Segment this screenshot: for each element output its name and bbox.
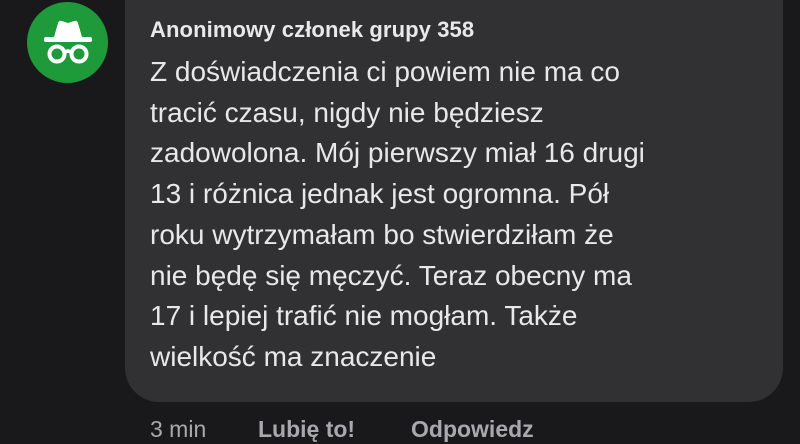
- comment-view: Anonimowy członek grupy 358 Z doświadcze…: [0, 0, 800, 444]
- avatar[interactable]: [27, 2, 108, 83]
- reply-button[interactable]: Odpowiedz: [411, 416, 534, 443]
- like-button[interactable]: Lubię to!: [258, 416, 355, 443]
- comment-timestamp: 3 min: [150, 416, 207, 442]
- comment-text: Z doświadczenia ci powiem nie ma co trac…: [150, 56, 645, 372]
- incognito-icon: [43, 20, 92, 63]
- comment-author[interactable]: Anonimowy członek grupy 358: [150, 17, 474, 43]
